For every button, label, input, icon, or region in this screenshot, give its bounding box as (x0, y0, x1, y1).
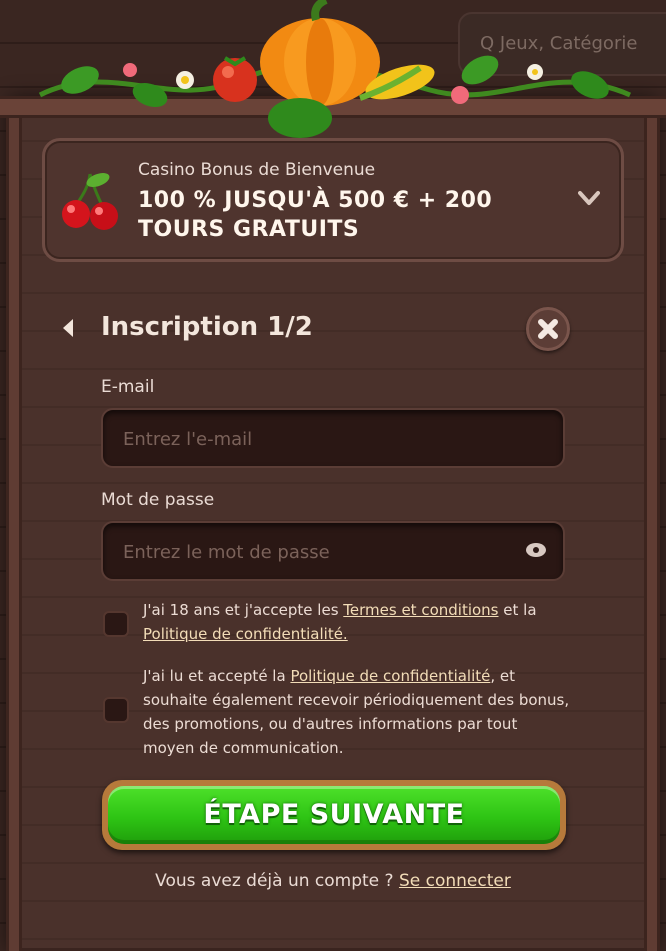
password-input[interactable] (121, 523, 515, 581)
consent1-prefix: J'ai 18 ans et j'accepte les (143, 601, 344, 619)
login-prompt-text: Vous avez déjà un compte ? (155, 871, 399, 891)
eye-icon[interactable] (525, 541, 547, 559)
privacy-policy-link[interactable]: Politique de confidentialité. (143, 625, 348, 643)
bonus-subtitle: Casino Bonus de Bienvenue (138, 160, 376, 180)
password-field[interactable] (101, 521, 565, 581)
leaf-icon (61, 66, 99, 94)
email-label: E-mail (101, 377, 155, 397)
age-terms-consent-text: J'ai 18 ans et j'accepte les Termes et c… (143, 598, 573, 646)
login-prompt: Vous avez déjà un compte ? Se connecter (0, 871, 666, 891)
consent1-middle: et la (498, 601, 537, 619)
privacy-policy-link-2[interactable]: Politique de confidentialité (290, 667, 490, 685)
next-step-button[interactable]: ÉTAPE SUIVANTE (108, 786, 560, 844)
email-input[interactable] (121, 410, 515, 468)
back-arrow-icon[interactable] (58, 316, 78, 340)
marketing-consent-checkbox[interactable] (103, 697, 129, 723)
flower-icon (123, 63, 137, 77)
registration-step-title: Inscription 1/2 (101, 312, 313, 342)
panel-frame-right (644, 100, 660, 951)
pumpkin-icon (260, 0, 380, 106)
age-terms-checkbox[interactable] (103, 611, 129, 637)
email-field[interactable] (101, 408, 565, 468)
flower-icon (451, 86, 469, 104)
cherry-icon (62, 173, 118, 230)
close-icon (538, 319, 558, 339)
panel-frame-left (6, 100, 22, 951)
harvest-decoration (38, 0, 632, 138)
login-link[interactable]: Se connecter (399, 871, 511, 891)
leaf-icon (461, 55, 499, 85)
leaf-icon (268, 98, 332, 138)
bonus-title: 100 % JUSQU'À 500 € + 200 TOURS GRATUITS (138, 188, 493, 242)
terms-link[interactable]: Termes et conditions (343, 601, 498, 619)
chevron-down-icon[interactable] (578, 190, 600, 206)
marketing-consent-text: J'ai lu et accepté la Politique de confi… (143, 664, 573, 760)
consent2-prefix: J'ai lu et accepté la (143, 667, 291, 685)
close-button[interactable] (526, 307, 570, 351)
password-label: Mot de passe (101, 490, 215, 510)
leaf-icon (571, 71, 609, 99)
